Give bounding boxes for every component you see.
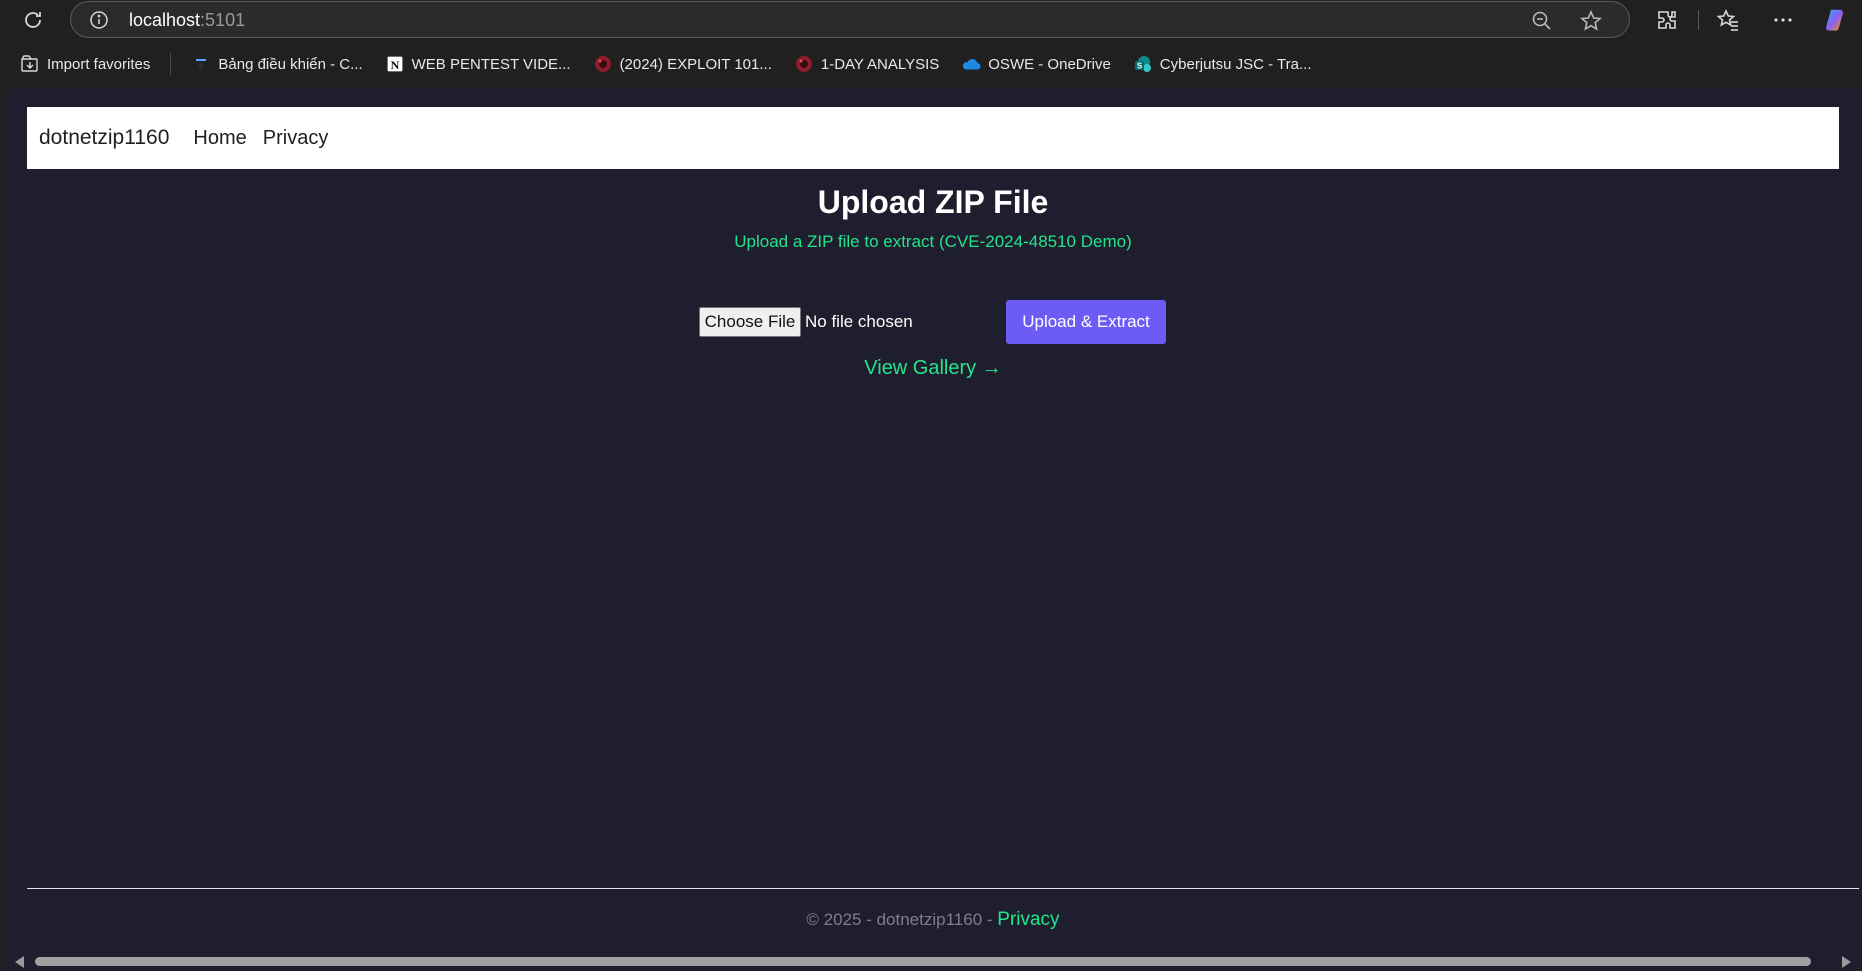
- scroll-right-arrow-icon[interactable]: [1842, 956, 1851, 968]
- red-globe-icon: [794, 54, 814, 74]
- bookmark-cyberjutsu[interactable]: S Cyberjutsu JSC - Tra...: [1133, 54, 1312, 74]
- nav-link-home[interactable]: Home: [193, 127, 246, 150]
- horizontal-scrollbar[interactable]: [7, 951, 1859, 971]
- bookmark-label: Bảng điều khiển - C...: [218, 55, 363, 73]
- bookmark-dashboard[interactable]: Bảng điều khiển - C...: [191, 54, 363, 74]
- bookmark-import-favorites[interactable]: Import favorites: [20, 54, 150, 74]
- page-subtitle: Upload a ZIP file to extract (CVE-2024-4…: [734, 232, 1132, 251]
- page-viewport: dotnetzip1160 Home Privacy Upload ZIP Fi…: [7, 87, 1859, 971]
- favorites-icon[interactable]: [1715, 7, 1741, 33]
- copilot-icon[interactable]: [1822, 7, 1848, 33]
- footer-privacy-link[interactable]: Privacy: [997, 909, 1059, 930]
- bookmarks-bar: Import favorites Bảng điều khiển - C... …: [0, 46, 1862, 82]
- scrollbar-thumb[interactable]: [35, 957, 1811, 966]
- choose-file-button[interactable]: Choose File: [699, 307, 801, 337]
- url-port: :5101: [200, 10, 246, 30]
- upload-extract-button[interactable]: Upload & Extract: [1006, 300, 1166, 344]
- bookmark-label: (2024) EXPLOIT 101...: [619, 55, 772, 73]
- bookmark-separator: [170, 53, 172, 75]
- bookmark-label: Import favorites: [47, 55, 151, 73]
- notion-icon: N: [385, 54, 405, 74]
- footer-divider: [27, 888, 1859, 889]
- reload-icon[interactable]: [20, 7, 46, 33]
- browser-toolbar: localhost:5101: [0, 0, 1862, 40]
- page-footer: © 2025 - dotnetzip1160 - Privacy: [7, 909, 1859, 931]
- address-bar[interactable]: localhost:5101: [70, 1, 1630, 38]
- site-navbar: dotnetzip1160 Home Privacy: [27, 107, 1839, 169]
- toolbar-separator: [1698, 10, 1699, 30]
- view-gallery-link[interactable]: View Gallery →: [7, 357, 1859, 380]
- scroll-left-arrow-icon[interactable]: [15, 956, 24, 968]
- site-info-icon[interactable]: [89, 10, 109, 30]
- zip-file-input[interactable]: Choose File No file chosen: [699, 307, 913, 337]
- svg-text:N: N: [390, 58, 399, 72]
- bookmark-label: WEB PENTEST VIDE...: [411, 55, 571, 73]
- bookmark-label: 1-DAY ANALYSIS: [820, 55, 940, 73]
- red-globe-icon: [593, 54, 613, 74]
- bookmark-label: Cyberjutsu JSC - Tra...: [1159, 55, 1312, 73]
- onedrive-icon: [961, 54, 981, 74]
- bookmark-exploit-101[interactable]: (2024) EXPLOIT 101...: [593, 54, 772, 74]
- bookmark-web-pentest[interactable]: N WEB PENTEST VIDE...: [385, 54, 571, 74]
- import-favorites-icon: [20, 54, 40, 74]
- bookmark-oswe-onedrive[interactable]: OSWE - OneDrive: [961, 54, 1111, 74]
- url-host: localhost: [129, 10, 201, 30]
- more-options-icon[interactable]: [1770, 7, 1796, 33]
- zoom-icon[interactable]: [1531, 10, 1553, 32]
- nav-link-privacy[interactable]: Privacy: [263, 127, 329, 150]
- footer-copyright: © 2025 - dotnetzip1160 -: [806, 910, 998, 929]
- no-file-chosen-text: No file chosen: [805, 312, 913, 331]
- page-title: Upload ZIP File: [817, 184, 1049, 220]
- favorite-star-icon[interactable]: [1579, 9, 1603, 33]
- dashboard-icon: [191, 54, 211, 74]
- bookmark-label: OSWE - OneDrive: [988, 55, 1111, 73]
- bookmark-1day-analysis[interactable]: 1-DAY ANALYSIS: [794, 54, 939, 74]
- sharepoint-icon: S: [1133, 54, 1153, 74]
- svg-text:S: S: [1137, 62, 1143, 71]
- url-text[interactable]: localhost:5101: [129, 10, 245, 30]
- navbar-brand[interactable]: dotnetzip1160: [39, 126, 169, 150]
- extensions-icon[interactable]: [1654, 7, 1680, 33]
